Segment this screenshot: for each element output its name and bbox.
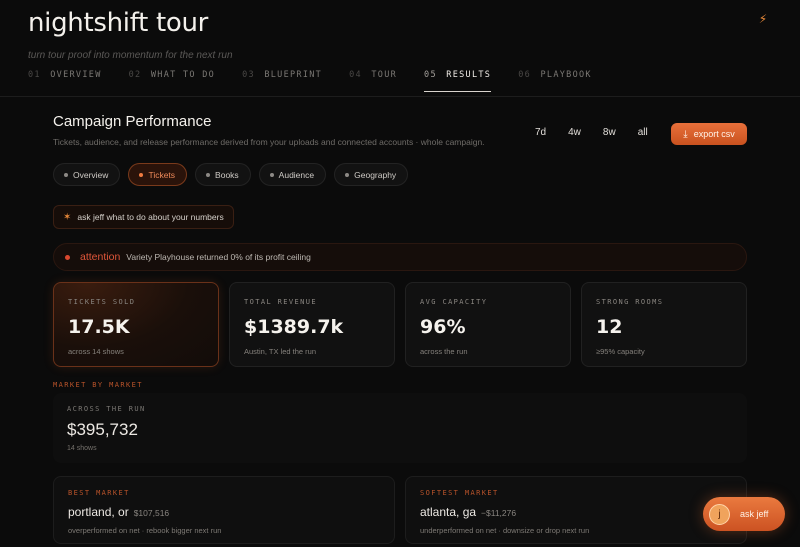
best-market-city: portland, or <box>68 505 129 519</box>
export-csv-button[interactable]: ⤓ export csv <box>671 123 747 145</box>
kpi-value: 12 <box>596 316 623 338</box>
kpi-value: $1389.7k <box>244 316 344 338</box>
app-title: nightshift tour <box>28 8 209 38</box>
softest-market-city: atlanta, ga <box>420 505 477 519</box>
tab-overview[interactable]: 01 OVERVIEW <box>28 70 102 92</box>
range-8w[interactable]: 8w <box>603 127 616 138</box>
softest-market-amount: −$11,276 <box>481 508 517 518</box>
kpi-value: 96% <box>420 316 466 338</box>
bolt-icon[interactable]: ⚡ <box>753 9 773 29</box>
tab-blueprint[interactable]: 03 BLUEPRINT <box>242 70 322 92</box>
tab-what-to-do[interactable]: 02 WHAT TO DO <box>129 70 215 92</box>
run-note: 14 shows <box>67 445 97 452</box>
softest-market-card: SOFTEST MARKET atlanta, ga −$11,276 unde… <box>405 476 747 544</box>
kpi-label: TICKETS SOLD <box>68 298 136 306</box>
tab-tour[interactable]: 04 TOUR <box>349 70 397 92</box>
download-icon: ⤓ <box>683 128 688 140</box>
kpi-card-tickets-sold[interactable]: TICKETS SOLD 17.5K across 14 shows <box>53 282 219 367</box>
run-value: $395,732 <box>67 420 138 439</box>
attention-alert: attention Variety Playhouse returned 0% … <box>53 243 747 271</box>
dot-icon <box>139 172 144 177</box>
best-market-amount: $107,516 <box>133 508 170 518</box>
kpi-note: ≥95% capacity <box>596 347 645 356</box>
best-market-label: BEST MARKET <box>68 489 130 497</box>
kpi-note: Austin, TX led the run <box>244 347 316 356</box>
across-the-run-card: ACROSS THE RUN $395,732 14 shows <box>53 393 747 463</box>
tab-results[interactable]: 05 RESULTS <box>424 70 492 92</box>
kpi-note: across 14 shows <box>68 347 124 356</box>
kpi-card-total-revenue[interactable]: TOTAL REVENUE $1389.7k Austin, TX led th… <box>229 282 395 367</box>
avatar: j <box>709 503 730 525</box>
kpi-label: TOTAL REVENUE <box>244 298 317 306</box>
subtab-overview[interactable]: Overview <box>53 163 121 186</box>
ask-jeff-fab[interactable]: j ask jeff <box>703 497 785 531</box>
subtab-geography[interactable]: Geography <box>334 163 409 186</box>
subtab-tickets[interactable]: Tickets <box>128 163 188 186</box>
softest-market-label: SOFTEST MARKET <box>420 489 499 497</box>
dot-icon <box>64 172 68 177</box>
kpi-label: AVG CAPACITY <box>420 298 488 306</box>
time-range-selector: 7d 4w 8w all <box>535 127 670 138</box>
range-4w[interactable]: 4w <box>568 127 581 138</box>
dot-icon <box>345 172 350 177</box>
market-by-market-label: MARKET BY MARKET <box>53 381 143 389</box>
kpi-label: STRONG ROOMS <box>596 298 664 306</box>
kpi-card-avg-capacity[interactable]: AVG CAPACITY 96% across the run <box>405 282 571 367</box>
sub-tabs: Overview Tickets Books Audience Geograph… <box>53 163 409 186</box>
alert-dot-icon <box>65 254 70 260</box>
sparkle-icon: ✶ <box>63 211 72 223</box>
best-market-note: overperformed on net · rebook bigger nex… <box>68 526 222 535</box>
alert-text: Variety Playhouse returned 0% of its pro… <box>126 252 311 262</box>
range-all[interactable]: all <box>638 127 648 138</box>
subtab-books[interactable]: Books <box>195 163 251 186</box>
ask-jeff-label: ask jeff <box>740 509 769 519</box>
run-label: ACROSS THE RUN <box>67 405 146 413</box>
section-subtitle: Tickets, audience, and release performan… <box>53 137 485 147</box>
section-title: Campaign Performance <box>53 113 212 130</box>
ask-jeff-numbers-label: ask jeff what to do about your numbers <box>77 212 224 222</box>
kpi-card-strong-rooms[interactable]: STRONG ROOMS 12 ≥95% capacity <box>581 282 747 367</box>
kpi-note: across the run <box>420 347 468 356</box>
ask-jeff-numbers-button[interactable]: ✶ ask jeff what to do about your numbers <box>53 205 234 229</box>
range-7d[interactable]: 7d <box>535 127 546 138</box>
tab-playbook[interactable]: 06 PLAYBOOK <box>518 70 592 92</box>
softest-market-note: underperformed on net · downsize or drop… <box>420 526 590 535</box>
dot-icon <box>206 172 211 177</box>
app-tagline: turn tour proof into momentum for the ne… <box>28 50 233 61</box>
export-label: export csv <box>693 129 735 139</box>
app-header: nightshift tour turn tour proof into mom… <box>0 0 800 97</box>
subtab-audience[interactable]: Audience <box>258 163 327 186</box>
best-market-card: BEST MARKET portland, or $107,516 overpe… <box>53 476 395 544</box>
dot-icon <box>269 172 274 177</box>
alert-label: attention <box>80 251 121 263</box>
kpi-value: 17.5K <box>68 316 130 338</box>
main-tabs: 01 OVERVIEW 02 WHAT TO DO 03 BLUEPRINT 0… <box>28 70 619 92</box>
